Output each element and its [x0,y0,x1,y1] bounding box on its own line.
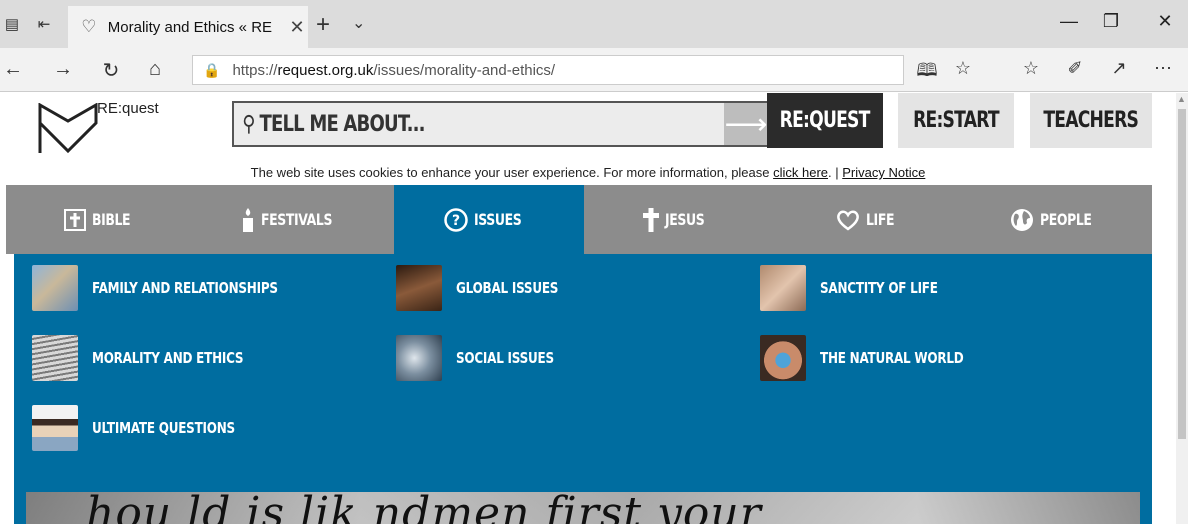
more-menu-icon[interactable]: ⋯ [1150,58,1176,79]
question-circle-icon: ? [443,207,468,232]
hero-image: hou ld is lik ndmen first your [26,492,1140,524]
svg-text:?: ? [452,213,460,229]
browser-tab-active[interactable]: ♡ Morality and Ethics « RE ✕ [68,6,308,48]
restart-button[interactable]: RE:START [898,93,1014,148]
sanctity-thumbnail [760,265,806,311]
global-issues-thumbnail [396,265,442,311]
reading-view-icon[interactable]: 🕮 [914,58,940,88]
globe-icon [1010,208,1034,232]
minimize-icon[interactable]: — [1054,11,1084,32]
search-placeholder: TELL ME ABOUT... [259,111,426,137]
issues-panel: FAMILY AND RELATIONSHIPS GLOBAL ISSUES S… [14,254,1152,524]
close-window-icon[interactable]: ✕ [1150,11,1180,32]
issue-morality-and-ethics[interactable]: MORALITY AND ETHICS [32,334,281,382]
cookie-click-here-link[interactable]: click here [773,165,828,180]
close-tab-icon[interactable]: ✕ [286,16,308,38]
nav-item-life[interactable]: LIFE [774,185,964,254]
cross-icon [642,207,659,232]
issue-the-natural-world[interactable]: THE NATURAL WORLD [760,334,999,382]
nav-item-issues[interactable]: ? ISSUES [394,185,584,254]
candle-icon [241,207,255,232]
home-icon[interactable]: ⌂ [142,58,168,81]
url-text: https://request.org.uk/issues/morality-a… [232,61,556,79]
new-tab-icon[interactable]: + [316,11,330,39]
favorites-list-icon[interactable]: ☆ [1018,58,1044,79]
search-arrow-icon[interactable]: ⟶ [724,103,768,145]
nav-item-festivals[interactable]: FESTIVALS [199,185,394,254]
favorite-star-icon[interactable]: ☆ [950,58,976,79]
browser-tab-bar: ▤ ⇤ ♡ Morality and Ethics « RE ✕ + ⌄ — ❐… [0,0,1188,48]
teachers-button[interactable]: TEACHERS [1030,93,1152,148]
cookie-notice: The web site uses cookies to enhance you… [250,165,926,180]
request-button[interactable]: RE:QUEST [767,93,883,148]
logo-text: RE:quest [97,100,159,117]
back-icon[interactable]: ← [0,58,26,81]
main-nav: BIBLE FESTIVALS ? ISSUES JESUS LIFE PEOP… [6,185,1152,254]
issue-global-issues[interactable]: GLOBAL ISSUES [396,264,584,312]
issue-sanctity-of-life[interactable]: SANCTITY OF LIFE [760,264,967,312]
request-logo-icon[interactable] [36,103,100,155]
forward-icon[interactable]: → [50,58,76,81]
nav-item-bible[interactable]: BIBLE [6,185,199,254]
family-thumbnail [32,265,78,311]
privacy-notice-link[interactable]: Privacy Notice [842,165,925,180]
scroll-up-icon[interactable]: ▲ [1177,94,1186,104]
search-icon: ⚲ [242,111,255,137]
hero-image-text: hou ld is lik ndmen first your [86,492,762,524]
pen-icon[interactable]: ✐ [1062,58,1088,79]
issue-family-and-relationships[interactable]: FAMILY AND RELATIONSHIPS [32,264,324,312]
tab-title: Morality and Ethics « RE [107,18,273,36]
issue-social-issues[interactable]: SOCIAL ISSUES [396,334,578,382]
search-box[interactable]: ⚲ TELL ME ABOUT... ⟶ [232,101,770,147]
social-issues-thumbnail [396,335,442,381]
scroll-thumb[interactable] [1178,109,1186,439]
nav-item-people[interactable]: PEOPLE [964,185,1152,254]
page-viewport: RE:quest ⚲ TELL ME ABOUT... ⟶ RE:QUEST R… [0,93,1176,524]
bible-icon [64,208,87,231]
heart-icon [836,209,860,231]
address-toolbar: ← → ↻ ⌂ 🔒 https://request.org.uk/issues/… [0,48,1188,92]
page-scrollbar[interactable]: ▲ [1176,93,1188,524]
heart-favicon-icon: ♡ [81,17,97,36]
refresh-icon[interactable]: ↻ [98,58,124,83]
natural-world-thumbnail [760,335,806,381]
nav-item-jesus[interactable]: JESUS [584,185,774,254]
lock-icon: 🔒 [203,61,221,78]
address-field[interactable]: 🔒 https://request.org.uk/issues/morality… [192,55,904,85]
share-icon[interactable]: ↗ [1106,58,1132,79]
morality-thumbnail [32,335,78,381]
set-aside-tabs-icon[interactable]: ⇤ [34,14,54,34]
search-input[interactable]: ⚲ TELL ME ABOUT... [234,103,636,145]
restore-icon[interactable]: ❐ [1096,11,1126,32]
ultimate-questions-thumbnail [32,405,78,451]
issue-ultimate-questions[interactable]: ULTIMATE QUESTIONS [32,404,271,452]
tab-actions-icon[interactable]: ▤ [2,14,22,34]
tab-list-chevron-icon[interactable]: ⌄ [352,13,365,33]
